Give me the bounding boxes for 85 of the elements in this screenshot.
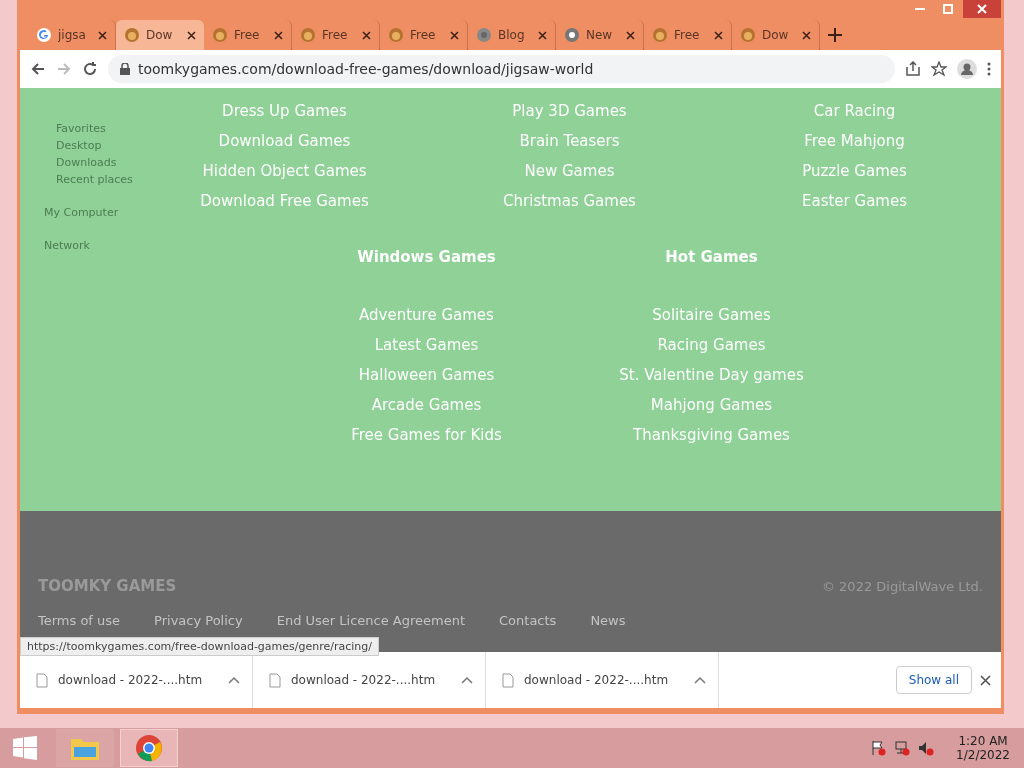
tab-title: Dow: [146, 28, 174, 42]
taskbar-app[interactable]: [120, 729, 178, 767]
file-icon: [269, 672, 281, 688]
lock-icon: [120, 63, 130, 75]
sidebar-item[interactable]: My Computer: [44, 206, 164, 219]
status-url: https://toomkygames.com/free-download-games/genre/racing/: [20, 637, 379, 656]
menu-link[interactable]: Adventure Games: [359, 304, 494, 326]
menu-link[interactable]: Solitaire Games: [652, 304, 771, 326]
close-button[interactable]: [963, 0, 1001, 18]
close-icon[interactable]: [187, 30, 196, 40]
footer-link[interactable]: End User Licence Agreement: [276, 613, 466, 628]
menu-link[interactable]: Christmas Games: [503, 190, 636, 212]
file-icon: [36, 672, 48, 688]
sidebar-item[interactable]: Recent places: [56, 173, 164, 186]
menu-link[interactable]: Download Games: [218, 130, 351, 152]
minimize-icon: [915, 8, 925, 10]
file-icon: [502, 672, 514, 688]
speaker-icon[interactable]: [918, 740, 935, 756]
section-heading: Hot Games: [665, 247, 758, 268]
show-all-button[interactable]: Show all: [895, 666, 972, 694]
close-icon[interactable]: [274, 30, 283, 40]
flag-icon[interactable]: [870, 740, 887, 756]
menu-link[interactable]: Dress Up Games: [222, 100, 347, 122]
close-icon[interactable]: [450, 30, 459, 40]
menu-link[interactable]: Thanksgiving Games: [633, 424, 790, 446]
tab-title: New: [586, 28, 614, 42]
close-icon[interactable]: [980, 674, 991, 686]
menu-link[interactable]: Racing Games: [657, 334, 766, 356]
footer-link[interactable]: News: [590, 613, 626, 628]
download-item[interactable]: download - 2022-....htm: [486, 652, 719, 708]
sidebar-item[interactable]: Network: [44, 239, 164, 252]
menu-icon[interactable]: [987, 62, 991, 76]
tab-title: Free: [410, 28, 437, 42]
sidebar-item[interactable]: Downloads: [56, 156, 164, 169]
menu-link[interactable]: Mahjong Games: [650, 394, 773, 416]
close-icon[interactable]: [362, 30, 371, 40]
menu-link[interactable]: Play 3D Games: [512, 100, 627, 122]
menu-link[interactable]: Download Free Games: [200, 190, 369, 212]
menu-link[interactable]: Free Games for Kids: [351, 424, 502, 446]
sidebar-item[interactable]: Desktop: [56, 139, 164, 152]
close-icon: [977, 4, 987, 14]
network-icon[interactable]: [894, 740, 911, 756]
caret-icon: [694, 676, 706, 684]
section-heading: Windows Games: [357, 247, 496, 268]
footer-link[interactable]: Contacts: [499, 613, 557, 628]
download-item[interactable]: download - 2022-....htm: [253, 652, 486, 708]
tab-title: Dow: [762, 28, 790, 42]
menu-link[interactable]: St. Valentine Day games: [619, 364, 804, 386]
address-field[interactable]: toomkygames.com/download-free-games/download/jigsaw-world: [108, 55, 895, 83]
plus-icon: [828, 28, 842, 42]
menu-link[interactable]: Brain Teasers: [519, 130, 620, 152]
menu-link[interactable]: Arcade Games: [371, 394, 482, 416]
clock[interactable]: 1:20 AM 1/2/2022: [956, 734, 1010, 762]
reload-icon[interactable]: [82, 61, 98, 77]
tab-title: Free: [234, 28, 261, 42]
tab-title: jigsa: [58, 28, 87, 42]
tab-title: Free: [674, 28, 701, 42]
menu-link[interactable]: Hidden Object Games: [202, 160, 367, 182]
close-icon[interactable]: [714, 30, 723, 40]
close-icon[interactable]: [802, 30, 811, 40]
share-icon[interactable]: [905, 61, 921, 77]
menu-link[interactable]: Car Racing: [813, 100, 896, 122]
caret-icon: [228, 676, 240, 684]
profile-icon[interactable]: [957, 59, 977, 79]
footer-link[interactable]: Terms of use: [38, 613, 121, 628]
star-icon[interactable]: [931, 61, 947, 77]
menu-link[interactable]: Halloween Games: [358, 364, 495, 386]
footer-link[interactable]: Privacy Policy: [154, 613, 243, 628]
menu-link[interactable]: Puzzle Games: [802, 160, 907, 182]
sidebar-item[interactable]: Favorites: [56, 122, 164, 135]
back-icon[interactable]: [30, 61, 46, 77]
browser-tab[interactable]: Dow: [116, 20, 204, 50]
maximize-icon: [943, 4, 953, 14]
menu-link[interactable]: Latest Games: [374, 334, 479, 356]
menu-link[interactable]: Free Mahjong: [804, 130, 905, 152]
tab-title: Free: [322, 28, 349, 42]
tab-title: Blog: [498, 28, 526, 42]
menu-link[interactable]: Easter Games: [802, 190, 907, 212]
close-icon[interactable]: [538, 30, 547, 40]
caret-icon: [461, 676, 473, 684]
menu-link[interactable]: New Games: [524, 160, 615, 182]
close-icon[interactable]: [626, 30, 635, 40]
download-item[interactable]: download - 2022-....htm: [20, 652, 253, 708]
close-icon[interactable]: [98, 30, 107, 40]
google-logo-icon: [36, 27, 52, 43]
